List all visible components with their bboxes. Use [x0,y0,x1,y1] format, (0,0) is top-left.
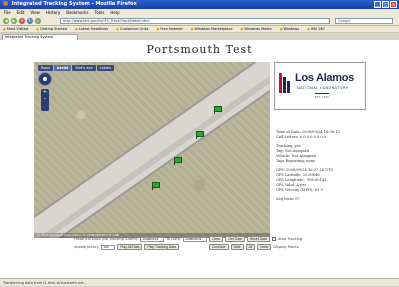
end-date-input[interactable] [183,236,208,242]
minimize-button[interactable]: _ [374,1,381,8]
map-view-aerial[interactable]: Aerial [53,65,72,71]
tracking-marker[interactable] [214,106,222,114]
bookmark-item[interactable]: Customize Links [116,26,148,32]
window-title-bar: Integrated Tracking System - Mozilla Fir… [0,0,399,9]
auto-tracking-label: Auto Tracking [277,237,303,241]
menu-bar: File Edit View History Bookmarks Tools H… [0,9,399,16]
play-all-button[interactable]: Play All Data [117,244,143,250]
bookmark-item[interactable]: Latest Headlines [75,26,108,32]
satellite-map[interactable]: Road Aerial Bird's eye Labels + – © 2008… [34,62,270,238]
get-data-button[interactable]: Get Data [225,236,245,242]
bookmarks-toolbar: Most Visited Getting Started Latest Head… [0,26,399,33]
map-view-road[interactable]: Road [38,65,53,71]
info-seq-num: Seq Num: 57 [276,197,300,202]
window-controls: _ □ × [374,1,397,8]
logo-subtitle: NATIONAL LABORATORY [297,86,349,90]
menu-tools[interactable]: Tools [95,9,105,16]
forward-icon[interactable]: ▶ [11,18,17,24]
play-tracking-button[interactable]: Play Tracking Data [144,244,179,250]
speed-label: Speed(mSec): [74,245,100,249]
bookmark-item[interactable]: Free Hotmail [156,26,182,32]
to-date-label: To Date: [166,237,182,241]
address-bar[interactable]: http://www.lanl.gov/its/ITS_Track/TrackD… [60,18,330,24]
page-content: Portsmouth Test Road Aerial Bird's eye L… [0,40,399,278]
historical-label: Historical Data (No Tracking Alarm): [74,237,139,241]
bookmark-item[interactable]: Getting Started [36,26,67,32]
clear-button[interactable]: Clear [209,236,224,242]
bookmark-item[interactable]: IMS 287 [307,26,325,32]
tracking-marker[interactable] [174,157,182,165]
all-button[interactable]: All [245,244,256,250]
continue-button[interactable]: Continue [208,244,229,250]
tab-bar: Integrated Tracking System [0,33,399,40]
lanl-logo: Los Alamos NATIONAL LABORATORY EST. 1943 [274,62,366,110]
historical-row: Historical Data (No Tracking Alarm): To … [74,236,302,242]
stop-icon[interactable]: × [19,18,25,24]
bookmark-item[interactable]: Most Visited [3,26,28,32]
page-title: Portsmouth Test [146,43,253,56]
bookmark-item[interactable]: Windows Media [241,26,271,32]
lanl-mark-icon [279,73,290,93]
reset-data-button[interactable]: Reset Data [246,236,270,242]
maximize-button[interactable]: □ [382,1,389,8]
reload-icon[interactable]: ↻ [27,18,33,24]
none-button[interactable]: None [257,244,272,250]
playback-row: Speed(mSec): Play All Data Play Tracking… [74,244,299,250]
firefox-icon [3,1,8,6]
speed-input[interactable] [101,244,116,250]
zoom-out-button[interactable]: – [41,96,49,103]
menu-file[interactable]: File [4,9,11,16]
menu-history[interactable]: History [46,9,60,16]
close-button[interactable]: × [390,1,397,8]
logo-established: EST. 1943 [315,93,329,99]
map-view-birdseye[interactable]: Bird's eye [72,65,96,71]
menu-help[interactable]: Help [110,9,119,16]
bookmark-item[interactable]: Windows [280,26,299,32]
map-view-toolbar: Road Aerial Bird's eye Labels [38,65,114,71]
map-view-labels[interactable]: Labels [96,65,114,71]
menu-view[interactable]: View [30,9,40,16]
search-input[interactable]: Google [335,18,393,24]
logo-name: Los Alamos [295,72,354,84]
next-button[interactable]: Next [230,244,244,250]
menu-bookmarks[interactable]: Bookmarks [66,9,88,16]
home-icon[interactable]: ⌂ [35,18,41,24]
window-title: Integrated Tracking System - Mozilla Fir… [11,1,137,7]
tracking-marker[interactable] [152,182,160,190]
status-bar: Transferring data from t1.tiles.virtuale… [0,278,399,286]
display-points-label: Display Points [273,245,299,249]
bookmark-item[interactable]: Windows Marketplace [191,26,232,32]
map-compass-icon[interactable] [38,72,52,86]
zoom-in-button[interactable]: + [41,89,49,96]
start-date-input[interactable] [140,236,165,242]
navigation-toolbar: ◀ ▶ × ↻ ⌂ http://www.lanl.gov/its/ITS_Tr… [0,16,399,26]
map-zoom-control: + – [41,89,49,111]
menu-edit[interactable]: Edit [17,9,25,16]
back-icon[interactable]: ◀ [3,18,9,24]
auto-tracking-checkbox[interactable] [271,237,276,241]
tracking-info-panel: Time of Data: 2008/09/24 16:56:13 Call L… [276,130,396,202]
tracking-marker[interactable] [196,131,204,139]
